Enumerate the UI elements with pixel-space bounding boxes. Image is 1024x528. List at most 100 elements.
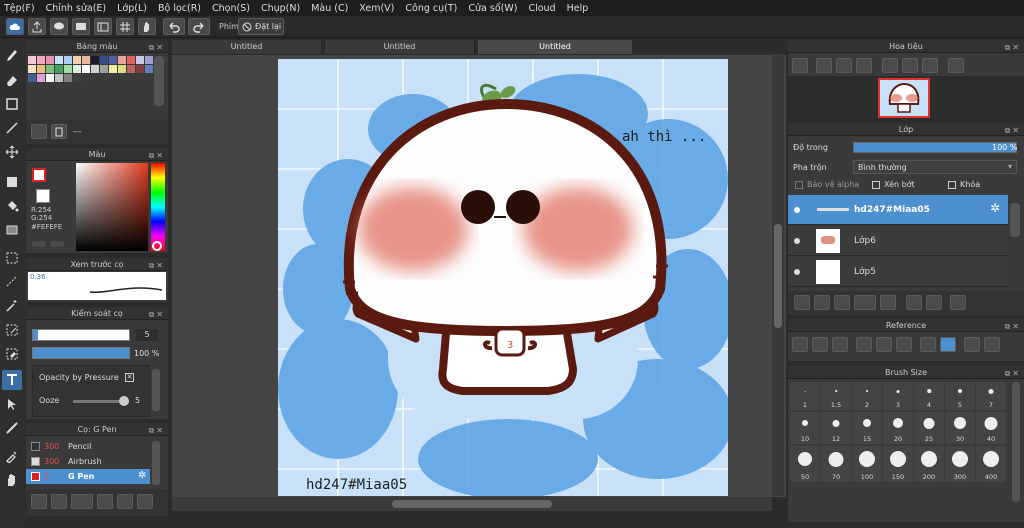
new-layer-halftone-button[interactable] — [834, 295, 850, 310]
palette-swatch[interactable] — [82, 65, 90, 73]
eye-icon[interactable] — [794, 238, 800, 244]
nav-flip-button[interactable] — [948, 58, 964, 73]
brush-cloud-button[interactable] — [31, 494, 47, 509]
brush-size-cell[interactable]: 30 — [945, 412, 975, 444]
ref-zoom-in-button[interactable] — [856, 337, 872, 352]
palette-swatch[interactable] — [64, 65, 72, 73]
brush-size-cell[interactable]: 10 — [790, 412, 820, 444]
hue-slider[interactable] — [151, 163, 165, 251]
brush-size-cell[interactable]: 7 — [976, 382, 1006, 410]
tab-untitled-3[interactable]: Untitled — [478, 40, 632, 54]
gear-icon[interactable]: ✲ — [990, 201, 1000, 215]
palette-swatch[interactable] — [136, 65, 144, 73]
tool-move[interactable] — [2, 142, 22, 162]
palette-swatch[interactable] — [55, 74, 63, 82]
brush-copy-button[interactable] — [71, 494, 93, 509]
reset-button[interactable]: Đặt lại — [238, 18, 284, 35]
tool-gradient[interactable] — [2, 220, 22, 240]
ref-close-button[interactable] — [832, 337, 848, 352]
brush-size-value[interactable]: 5 — [136, 329, 158, 341]
merge-layer-button[interactable] — [926, 295, 942, 310]
ref-zoom-out-button[interactable] — [896, 337, 912, 352]
blend-mode-select[interactable]: Bình thường ▾ — [853, 160, 1017, 174]
brush-size-cell[interactable]: 400 — [976, 446, 1006, 482]
delete-layer-button[interactable] — [950, 295, 966, 310]
hue-handle[interactable] — [152, 241, 162, 251]
menu-tools[interactable]: Công cụ(T) — [405, 3, 457, 14]
palette-swatch[interactable] — [100, 65, 108, 73]
eye-icon[interactable] — [794, 207, 800, 213]
nav-zoom-fit-button[interactable] — [792, 58, 808, 73]
menu-file[interactable]: Tệp(F) — [4, 3, 35, 14]
palette-swatch[interactable] — [91, 56, 99, 64]
ref-open-button[interactable] — [812, 337, 828, 352]
brush-folder-button[interactable] — [97, 494, 113, 509]
duplicate-layer-button[interactable] — [906, 295, 922, 310]
tool-text[interactable] — [2, 370, 22, 390]
brush-settings-scrollbar[interactable] — [152, 369, 160, 411]
brush-size-cell[interactable]: 150 — [883, 446, 913, 482]
palette-swatch[interactable] — [100, 56, 108, 64]
tool-eraser[interactable] — [2, 70, 22, 90]
brush-size-cell[interactable]: 2 — [852, 382, 882, 410]
layer-row-lop6[interactable]: Lớp6 — [788, 226, 1008, 256]
brush-delete-button[interactable] — [137, 494, 153, 509]
tool-magic-wand[interactable] — [2, 296, 22, 316]
brush-size-cell[interactable]: 12 — [821, 412, 851, 444]
gear-icon[interactable]: ✲ — [138, 470, 146, 481]
eye-icon[interactable] — [794, 269, 800, 275]
menu-edit[interactable]: Chỉnh sửa(E) — [46, 3, 107, 14]
foreground-color[interactable] — [32, 168, 46, 182]
tool-line[interactable] — [2, 118, 22, 138]
new-palette-button[interactable] — [31, 124, 47, 139]
palette-swatch[interactable] — [64, 56, 72, 64]
tool-brush[interactable] — [2, 46, 22, 66]
brush-size-cell[interactable]: 5 — [945, 382, 975, 410]
ref-flip-button[interactable] — [984, 337, 1000, 352]
layer-list-scrollbar[interactable] — [1010, 203, 1020, 237]
menu-capture[interactable]: Chụp(N) — [261, 3, 300, 14]
new-folder-button[interactable] — [880, 295, 896, 310]
nav-rotate-reset-button[interactable] — [902, 58, 918, 73]
brush-size-cell[interactable]: 40 — [976, 412, 1006, 444]
brush-size-cell[interactable]: 4 — [914, 382, 944, 410]
comment-button[interactable] — [50, 18, 68, 35]
nav-zoom-out-button[interactable] — [856, 58, 872, 73]
ref-rotate-button[interactable] — [964, 337, 980, 352]
artwork-canvas[interactable]: 3 ah thì ... hd247#Miaa05 — [278, 59, 728, 496]
palette-swatch[interactable] — [127, 65, 135, 73]
opacity-by-pressure-checkbox[interactable]: ✕ — [125, 373, 134, 382]
color-swap-button[interactable] — [50, 241, 64, 247]
palette-swatch[interactable] — [46, 56, 54, 64]
menu-select[interactable]: Chọn(S) — [212, 3, 250, 14]
palette-swatch[interactable] — [127, 56, 135, 64]
protect-alpha-checkbox[interactable] — [795, 181, 803, 189]
brush-size-cell[interactable]: 25 — [914, 412, 944, 444]
palette-swatch[interactable] — [28, 56, 36, 64]
menu-layer[interactable]: Lớp(L) — [117, 3, 147, 14]
palette-swatch[interactable] — [118, 56, 126, 64]
tab-untitled-2[interactable]: Untitled — [325, 40, 475, 54]
brush-size-scrollbar[interactable] — [1012, 382, 1020, 502]
vertical-scroll-thumb[interactable] — [774, 224, 782, 328]
background-color[interactable] — [36, 189, 50, 203]
message-button[interactable] — [72, 18, 90, 35]
tool-divide[interactable] — [2, 418, 22, 438]
brush-opacity-slider[interactable] — [32, 347, 130, 359]
menu-color[interactable]: Màu (C) — [311, 3, 348, 14]
palette-swatch[interactable] — [73, 56, 81, 64]
new-layer-button[interactable] — [794, 295, 810, 310]
tab-untitled-1[interactable]: Untitled — [172, 40, 322, 54]
tool-select-eraser[interactable] — [2, 344, 22, 364]
palette-swatch[interactable] — [46, 65, 54, 73]
brush-item-pencil[interactable]: 300 Pencil — [26, 439, 150, 453]
tool-eyedropper[interactable] — [2, 446, 22, 466]
brush-item-airbrush[interactable]: 300 Airbrush — [26, 454, 150, 468]
palette-swatch[interactable] — [73, 65, 81, 73]
palette-swatch[interactable] — [145, 56, 153, 64]
palette-swatch[interactable] — [82, 56, 90, 64]
palette-swatch[interactable] — [37, 56, 45, 64]
hand-button[interactable] — [138, 18, 156, 35]
brush-size-slider[interactable] — [32, 329, 130, 341]
palette-swatch[interactable] — [64, 74, 72, 82]
